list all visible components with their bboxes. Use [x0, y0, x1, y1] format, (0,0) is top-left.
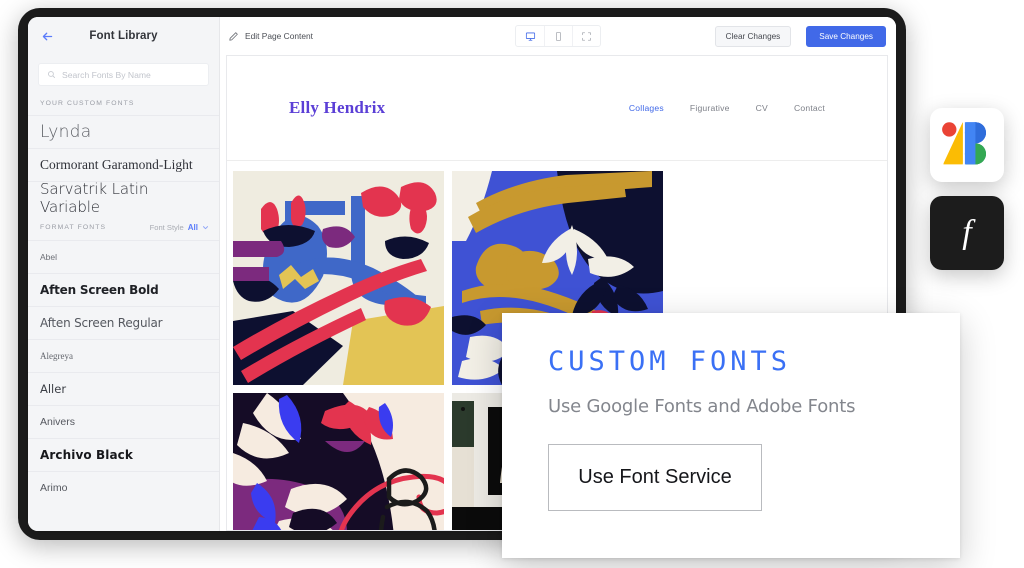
- google-fonts-logo[interactable]: [930, 108, 1004, 182]
- font-item-aller[interactable]: Aller: [28, 372, 219, 405]
- sidebar-header: Font Library: [28, 17, 219, 55]
- fullscreen-icon[interactable]: [572, 26, 600, 46]
- save-changes-button[interactable]: Save Changes: [806, 25, 886, 47]
- back-arrow-icon[interactable]: [38, 27, 56, 45]
- font-name: Aften Screen Bold: [40, 283, 159, 297]
- nav-item-collages[interactable]: Collages: [629, 103, 664, 113]
- artwork-tile-3[interactable]: [233, 393, 444, 530]
- chevron-down-icon: [202, 224, 209, 231]
- font-name: Cormorant Garamond-Light: [40, 157, 193, 172]
- site-header: Elly Hendrix Collages Figurative CV Cont…: [227, 56, 887, 161]
- custom-font-item-sarvatrik[interactable]: Sarvatrik Latin Variable: [28, 180, 219, 216]
- nav-item-contact[interactable]: Contact: [794, 103, 825, 113]
- screenshot-root: Font Library YOUR CUSTOM FONTS Lynda Cor…: [0, 0, 1024, 568]
- pencil-icon: [228, 31, 239, 42]
- font-name: Anivers: [40, 416, 76, 428]
- clear-changes-button[interactable]: Clear Changes: [714, 25, 792, 47]
- font-style-value: All: [187, 223, 198, 232]
- font-style-label: Font Style: [149, 223, 184, 232]
- font-name: Sarvatrik Latin Variable: [40, 180, 149, 216]
- font-name: Alegreya: [40, 351, 73, 361]
- adobe-fonts-logo[interactable]: f: [930, 196, 1004, 270]
- mobile-icon[interactable]: [544, 26, 572, 46]
- desktop-icon[interactable]: [516, 26, 544, 46]
- search-input[interactable]: [62, 69, 200, 80]
- custom-font-item-cormorant[interactable]: Cormorant Garamond-Light: [28, 148, 219, 181]
- use-font-service-button[interactable]: Use Font Service: [548, 444, 762, 511]
- custom-fonts-section-label: YOUR CUSTOM FONTS: [40, 100, 135, 107]
- font-name: Abel: [40, 252, 58, 262]
- site-logo[interactable]: Elly Hendrix: [289, 98, 385, 118]
- custom-fonts-subtitle: Use Google Fonts and Adobe Fonts: [548, 396, 856, 417]
- custom-fonts-card: CUSTOM FONTS Use Google Fonts and Adobe …: [502, 313, 960, 558]
- font-name: Archivo Black: [40, 448, 133, 462]
- editor-toolbar: Edit Page Content Clear Changes Save Cha…: [220, 17, 896, 55]
- abstract-collage-purple-figure: [233, 393, 444, 530]
- search-icon: [47, 66, 56, 84]
- page-title: Font Library: [89, 30, 158, 42]
- font-item-aften-screen-regular[interactable]: Aften Screen Regular: [28, 306, 219, 339]
- google-fonts-glyph: [942, 122, 986, 165]
- adobe-fonts-glyph: f: [962, 214, 972, 251]
- font-library-sidebar: Font Library YOUR CUSTOM FONTS Lynda Cor…: [28, 17, 220, 531]
- font-item-archivo-black[interactable]: Archivo Black: [28, 438, 219, 471]
- font-item-anivers[interactable]: Anivers: [28, 405, 219, 438]
- abstract-collage-blue-red: [233, 171, 444, 385]
- format-fonts-section-header: FORMAT FONTS Font Style All: [28, 214, 219, 240]
- custom-font-item-lynda[interactable]: Lynda: [28, 115, 219, 148]
- format-fonts-section-label: FORMAT FONTS: [40, 224, 107, 231]
- artwork-tile-1[interactable]: [233, 171, 444, 385]
- search-box[interactable]: [38, 63, 209, 86]
- device-preview-toggle[interactable]: [515, 25, 601, 47]
- nav-item-cv[interactable]: CV: [756, 103, 768, 113]
- edit-page-content-label: Edit Page Content: [245, 31, 313, 41]
- font-name: Arimo: [40, 482, 68, 494]
- font-name: Lynda: [40, 122, 92, 142]
- font-item-arimo[interactable]: Arimo: [28, 471, 219, 504]
- font-name: Aller: [40, 382, 67, 396]
- font-name: Aften Screen Regular: [40, 316, 163, 330]
- search-container: [28, 55, 219, 96]
- edit-page-content-button[interactable]: Edit Page Content: [228, 31, 313, 42]
- font-item-abel[interactable]: Abel: [28, 240, 219, 273]
- nav-item-figurative[interactable]: Figurative: [690, 103, 730, 113]
- font-item-aften-screen-bold[interactable]: Aften Screen Bold: [28, 273, 219, 306]
- font-item-alegreya[interactable]: Alegreya: [28, 339, 219, 372]
- site-nav: Collages Figurative CV Contact: [629, 103, 825, 113]
- font-style-filter[interactable]: Font Style All: [150, 223, 209, 232]
- custom-fonts-title: CUSTOM FONTS: [548, 346, 792, 377]
